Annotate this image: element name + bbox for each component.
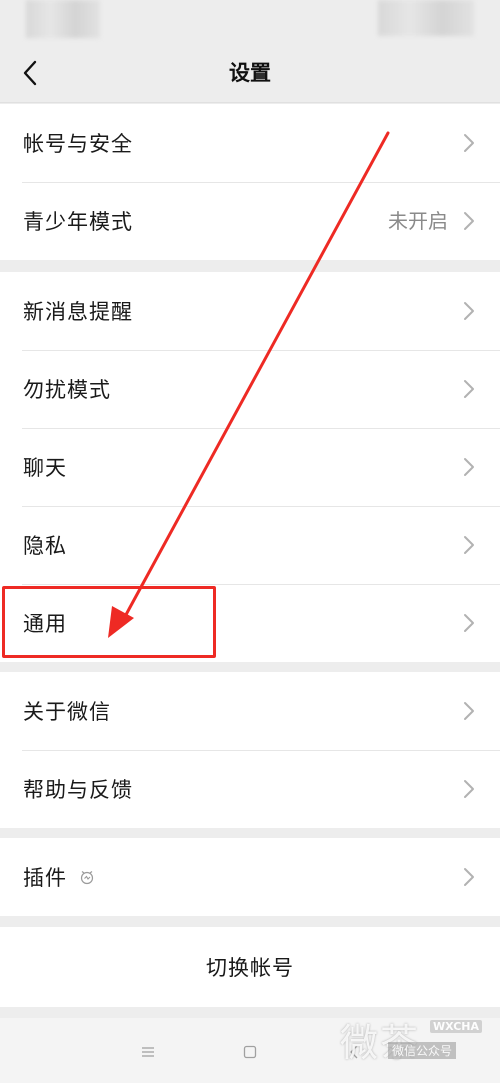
settings-item-notifications[interactable]: 新消息提醒 [0, 272, 500, 350]
settings-item-account-security[interactable]: 帐号与安全 [0, 104, 500, 182]
chevron-right-icon [464, 380, 474, 398]
chevron-right-icon [464, 614, 474, 632]
settings-item-label: 通用 [23, 612, 67, 636]
switch-account-label: 切换帐号 [206, 956, 294, 980]
settings-item-label: 勿扰模式 [23, 378, 111, 402]
settings-item-teen-mode[interactable]: 青少年模式 未开启 [0, 182, 500, 260]
home-icon [243, 1045, 257, 1059]
settings-item-general[interactable]: 通用 [0, 584, 500, 662]
system-back-button[interactable] [342, 1040, 366, 1064]
menu-button[interactable] [136, 1040, 160, 1064]
switch-account-group: 切换帐号 [0, 927, 500, 1007]
teen-mode-status: 未开启 [388, 209, 448, 233]
menu-icon [142, 1047, 154, 1057]
chevron-right-icon [464, 702, 474, 720]
chevron-right-icon [464, 780, 474, 798]
settings-item-privacy[interactable]: 隐私 [0, 506, 500, 584]
plugin-icon [80, 871, 94, 885]
settings-item-label: 插件 [23, 866, 67, 890]
home-button[interactable] [238, 1040, 262, 1064]
status-bar [0, 0, 500, 44]
status-blur-right [378, 0, 474, 36]
settings-item-label: 聊天 [23, 456, 67, 480]
system-nav-bar [0, 1018, 500, 1083]
settings-group-plugins: 插件 [0, 838, 500, 916]
settings-item-label: 隐私 [23, 534, 67, 558]
settings-item-label: 关于微信 [23, 700, 111, 724]
settings-group-general: 新消息提醒 勿扰模式 聊天 隐私 通用 [0, 272, 500, 662]
chevron-right-icon [464, 536, 474, 554]
chevron-right-icon [464, 212, 474, 230]
chevron-right-icon [464, 302, 474, 320]
settings-item-about[interactable]: 关于微信 [0, 672, 500, 750]
settings-item-label: 帮助与反馈 [23, 778, 133, 802]
settings-group-account: 帐号与安全 青少年模式 未开启 [0, 104, 500, 260]
status-blur-left [26, 0, 100, 38]
settings-item-label: 新消息提醒 [23, 300, 133, 324]
switch-account-button[interactable]: 切换帐号 [0, 927, 500, 1007]
settings-item-chat[interactable]: 聊天 [0, 428, 500, 506]
chevron-right-icon [464, 458, 474, 476]
page-title: 设置 [229, 61, 271, 85]
settings-item-plugins[interactable]: 插件 [0, 838, 500, 916]
chevron-right-icon [464, 868, 474, 886]
settings-group-about: 关于微信 帮助与反馈 [0, 672, 500, 828]
back-icon [350, 1045, 358, 1059]
nav-bar: 设置 [0, 44, 500, 103]
settings-item-label: 帐号与安全 [23, 132, 133, 156]
chevron-right-icon [464, 134, 474, 152]
settings-item-help-feedback[interactable]: 帮助与反馈 [0, 750, 500, 828]
settings-item-do-not-disturb[interactable]: 勿扰模式 [0, 350, 500, 428]
settings-item-label: 青少年模式 [23, 210, 133, 234]
